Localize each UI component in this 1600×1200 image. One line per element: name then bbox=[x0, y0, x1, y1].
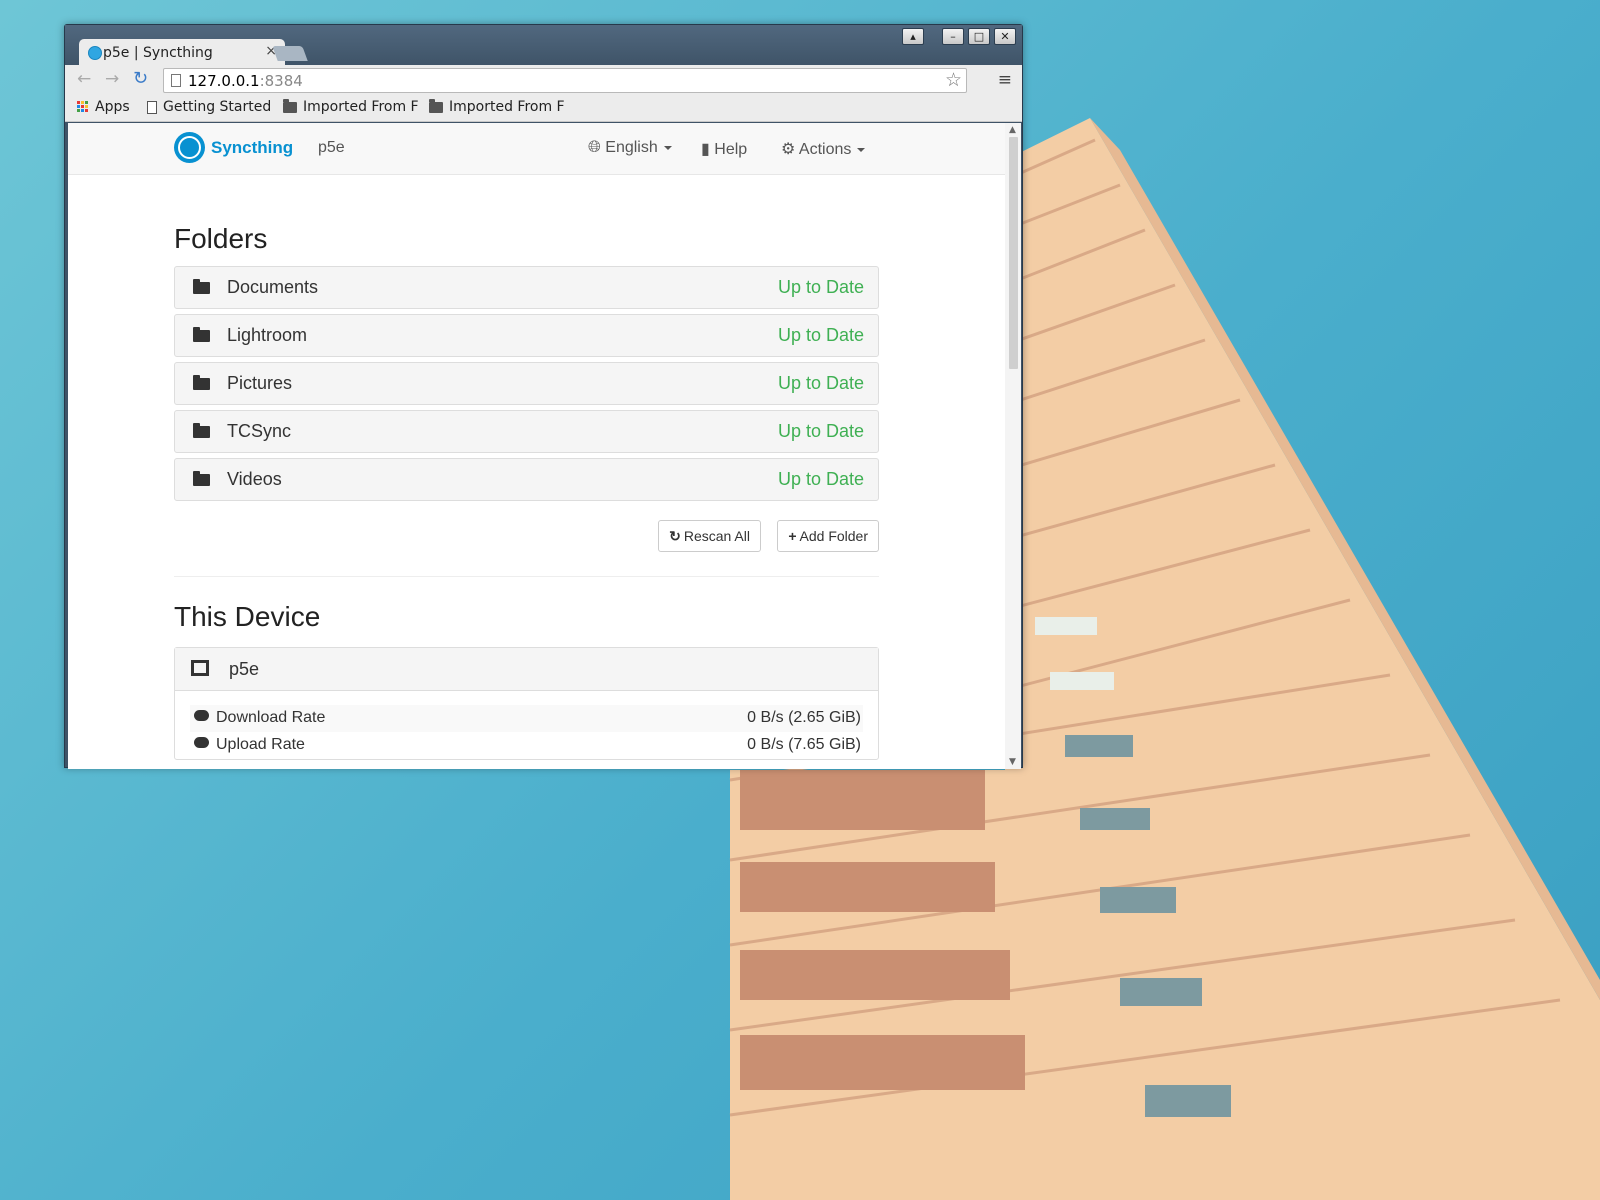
syncthing-logo-icon bbox=[174, 132, 205, 163]
scroll-up-icon[interactable]: ▲ bbox=[1009, 125, 1016, 135]
download-rate-value: 0 B/s (2.65 GiB) bbox=[747, 709, 861, 726]
this-device-header[interactable]: p5e bbox=[175, 648, 878, 691]
bookmark-label: Apps bbox=[95, 99, 130, 115]
navbar-device-name: p5e bbox=[318, 139, 345, 156]
new-tab-button[interactable] bbox=[272, 46, 308, 61]
actions-label: Actions bbox=[798, 141, 852, 158]
close-window-icon[interactable]: ✕ bbox=[994, 28, 1016, 45]
bookmarks-bar: Apps Getting Started Imported From F Imp… bbox=[65, 95, 1022, 122]
folder-name: Lightroom bbox=[227, 325, 308, 345]
refresh-icon: ↻ bbox=[669, 528, 681, 544]
this-device-heading: This Device bbox=[174, 601, 321, 632]
folder-icon bbox=[193, 423, 210, 438]
folder-row-documents[interactable]: Documents Up to Date bbox=[174, 266, 879, 309]
download-rate-label: Download Rate bbox=[216, 709, 326, 726]
forward-arrow-icon[interactable]: → bbox=[105, 69, 119, 89]
help-label: Help bbox=[714, 141, 748, 158]
document-icon bbox=[147, 100, 157, 114]
cloud-download-icon bbox=[194, 710, 209, 721]
actions-dropdown[interactable]: ⚙ Actions bbox=[781, 139, 866, 159]
upload-rate-row: Upload Rate 0 B/s (7.65 GiB) bbox=[190, 732, 863, 759]
folder-row-videos[interactable]: Videos Up to Date bbox=[174, 458, 879, 501]
plus-icon: + bbox=[788, 528, 797, 544]
folder-status: Up to Date bbox=[777, 277, 864, 297]
caret-down-icon bbox=[663, 145, 672, 150]
bookmark-star-icon[interactable]: ☆ bbox=[945, 69, 962, 91]
this-device-panel: p5e Download Rate 0 B/s (2.65 GiB) Uploa… bbox=[174, 647, 879, 760]
folder-icon bbox=[193, 279, 210, 294]
scroll-down-icon[interactable]: ▼ bbox=[1009, 757, 1016, 767]
folder-icon bbox=[283, 98, 297, 113]
folder-icon bbox=[193, 375, 210, 390]
this-device-name: p5e bbox=[229, 659, 260, 679]
page-icon bbox=[171, 74, 181, 87]
bookmark-folder-imported-1[interactable]: Imported From F bbox=[283, 98, 419, 115]
folder-icon bbox=[429, 98, 443, 113]
bookmark-label: Imported From F bbox=[303, 99, 419, 115]
folder-actions: ↻ Rescan All + Add Folder bbox=[174, 520, 879, 552]
page-scrollbar[interactable]: ▲ ▼ bbox=[1005, 123, 1021, 769]
folder-list: Documents Up to Date Lightroom Up to Dat… bbox=[174, 266, 879, 501]
bookmark-folder-imported-2[interactable]: Imported From F bbox=[429, 98, 565, 115]
section-divider bbox=[174, 576, 879, 577]
add-folder-button[interactable]: + Add Folder bbox=[777, 520, 879, 552]
back-arrow-icon[interactable]: ← bbox=[77, 69, 91, 89]
apps-grid-icon bbox=[77, 101, 89, 113]
minimize-icon[interactable]: – bbox=[942, 28, 964, 45]
add-folder-label: Add Folder bbox=[799, 528, 868, 544]
device-icon bbox=[191, 660, 209, 676]
brand-name: Syncthing bbox=[211, 137, 294, 157]
url-port: :8384 bbox=[259, 72, 303, 90]
help-link[interactable]: ▮ Help bbox=[701, 139, 747, 159]
globe-icon: 🌐︎ bbox=[588, 139, 601, 156]
folders-heading: Folders bbox=[174, 223, 268, 254]
gear-icon: ⚙ bbox=[781, 141, 796, 158]
folder-status: Up to Date bbox=[777, 469, 864, 489]
reload-icon[interactable]: ↻ bbox=[133, 68, 148, 89]
scrollbar-thumb[interactable] bbox=[1009, 137, 1018, 369]
cloud-upload-icon bbox=[194, 737, 209, 748]
folder-row-tcsync[interactable]: TCSync Up to Date bbox=[174, 410, 879, 453]
upload-rate-label: Upload Rate bbox=[216, 736, 305, 753]
folder-status: Up to Date bbox=[777, 373, 864, 393]
bookmark-label: Getting Started bbox=[163, 99, 272, 115]
syncthing-brand[interactable]: Syncthing bbox=[174, 132, 293, 163]
browser-tab[interactable]: p5e | Syncthing × bbox=[79, 39, 285, 65]
folder-name: TCSync bbox=[227, 421, 292, 441]
main-content: Folders Documents Up to Date Lightroom U… bbox=[174, 175, 879, 760]
folder-status: Up to Date bbox=[777, 421, 864, 441]
folder-name: Videos bbox=[227, 469, 282, 489]
folder-icon bbox=[193, 327, 210, 342]
window-controls: ▴ – □ ✕ bbox=[902, 28, 1016, 45]
browser-toolbar: ← → ↻ 127.0.0.1:8384 ☆ ≡ bbox=[65, 65, 1022, 95]
rescan-all-button[interactable]: ↻ Rescan All bbox=[658, 520, 761, 552]
url-host: 127.0.0.1 bbox=[188, 72, 260, 90]
syncthing-favicon-icon bbox=[88, 46, 102, 60]
folder-row-pictures[interactable]: Pictures Up to Date bbox=[174, 362, 879, 405]
bookmark-label: Imported From F bbox=[449, 99, 565, 115]
page-viewport: Syncthing p5e 🌐︎ English ▮ Help ⚙ Action… bbox=[68, 123, 1005, 769]
tab-title: p5e | Syncthing bbox=[103, 45, 213, 61]
maximize-icon[interactable]: □ bbox=[968, 28, 990, 45]
folder-name: Pictures bbox=[227, 373, 293, 393]
download-rate-row: Download Rate 0 B/s (2.65 GiB) bbox=[190, 705, 863, 732]
caret-down-icon bbox=[857, 147, 866, 152]
folder-status: Up to Date bbox=[777, 325, 864, 345]
rescan-all-label: Rescan All bbox=[683, 528, 750, 544]
address-bar[interactable]: 127.0.0.1:8384 ☆ bbox=[163, 68, 967, 93]
language-dropdown[interactable]: 🌐︎ English bbox=[588, 139, 672, 157]
folder-name: Documents bbox=[227, 277, 319, 297]
bookmark-apps[interactable]: Apps bbox=[77, 99, 130, 115]
upload-rate-value: 0 B/s (7.65 GiB) bbox=[747, 736, 861, 753]
book-icon: ▮ bbox=[701, 141, 710, 158]
profile-icon[interactable]: ▴ bbox=[902, 28, 924, 45]
syncthing-navbar: Syncthing p5e 🌐︎ English ▮ Help ⚙ Action… bbox=[68, 123, 1005, 175]
browser-window: p5e | Syncthing × ▴ – □ ✕ ← → ↻ 127.0.0.… bbox=[64, 24, 1023, 769]
folder-row-lightroom[interactable]: Lightroom Up to Date bbox=[174, 314, 879, 357]
browser-titlebar: p5e | Syncthing × ▴ – □ ✕ bbox=[65, 25, 1022, 65]
language-label: English bbox=[605, 139, 658, 156]
bookmark-getting-started[interactable]: Getting Started bbox=[147, 99, 271, 115]
folder-icon bbox=[193, 471, 210, 486]
browser-menu-icon[interactable]: ≡ bbox=[998, 70, 1012, 90]
